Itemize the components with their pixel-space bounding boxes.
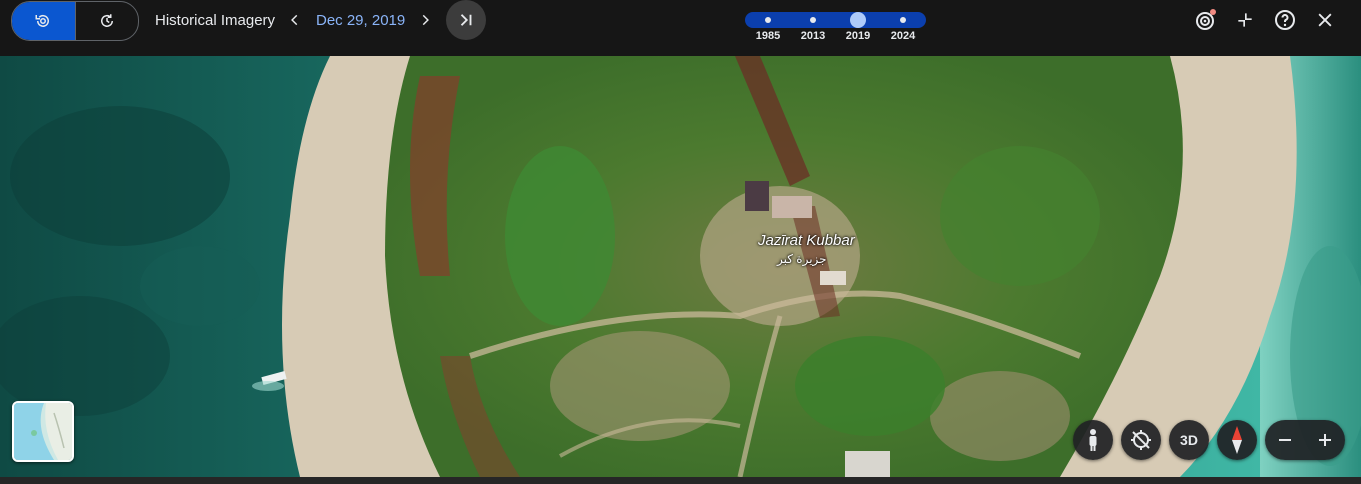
timeline-dot-1985[interactable] (765, 17, 771, 23)
timeline-dot-2019-selected[interactable] (850, 12, 866, 28)
place-label[interactable]: Jazīrat Kubbar (758, 232, 855, 249)
history-button[interactable] (74, 2, 139, 40)
timeline-year-label: 2024 (890, 30, 916, 42)
exit-fullscreen-button[interactable] (1233, 8, 1257, 32)
help-icon (1275, 10, 1295, 30)
place-label-local: جزيرة كبر (777, 252, 827, 266)
exit-fullscreen-icon (1238, 13, 1252, 27)
current-date-label[interactable]: Dec 29, 2019 (316, 12, 405, 29)
minimap-image (14, 403, 72, 460)
timeline-year-label: 2019 (845, 30, 871, 42)
help-button[interactable] (1273, 8, 1297, 32)
compass-icon (1232, 426, 1242, 454)
timeline-year-label: 1985 (755, 30, 781, 42)
minus-icon (1279, 439, 1291, 441)
historical-imagery-label: Historical Imagery (155, 12, 276, 29)
close-icon (1318, 13, 1332, 27)
close-button[interactable] (1313, 8, 1337, 32)
chevron-left-icon (291, 14, 298, 26)
layers-button[interactable] (1194, 8, 1218, 32)
historical-imagery-button[interactable] (12, 2, 75, 40)
timeline-dot-2024[interactable] (900, 17, 906, 23)
tilt-toggle-button[interactable] (1121, 420, 1161, 460)
imagery-mode-toggle (11, 1, 139, 41)
layers-notification-icon (1196, 9, 1216, 30)
plus-icon (1319, 434, 1331, 446)
timeline-dot-2013[interactable] (810, 17, 816, 23)
pegman-button[interactable] (1073, 420, 1113, 460)
satellite-imagery (0, 56, 1361, 477)
zoom-control (1265, 420, 1345, 460)
chevron-right-icon (422, 14, 429, 26)
satellite-map-view[interactable]: Jazīrat Kubbar جزيرة كبر (0, 56, 1361, 477)
view-3d-button[interactable]: 3D (1169, 420, 1209, 460)
compass-button[interactable] (1217, 420, 1257, 460)
history-clock-icon (100, 14, 113, 27)
timeline-year-label: 2013 (800, 30, 826, 42)
no-tilt-icon (1131, 430, 1151, 450)
zoom-in-button[interactable] (1305, 420, 1345, 460)
top-bar: Historical Imagery Dec 29, 2019 1985 201… (0, 0, 1361, 56)
historical-imagery-icon (35, 14, 50, 27)
imagery-timeline[interactable] (745, 12, 926, 28)
skip-to-latest-icon (460, 14, 472, 26)
next-date-button[interactable] (415, 10, 435, 30)
previous-date-button[interactable] (285, 10, 305, 30)
minimap-thumbnail[interactable] (12, 401, 74, 462)
zoom-out-button[interactable] (1265, 420, 1305, 460)
skip-to-latest-button[interactable] (446, 0, 486, 40)
pegman-icon (1089, 429, 1097, 451)
bottom-strip (0, 477, 1361, 484)
